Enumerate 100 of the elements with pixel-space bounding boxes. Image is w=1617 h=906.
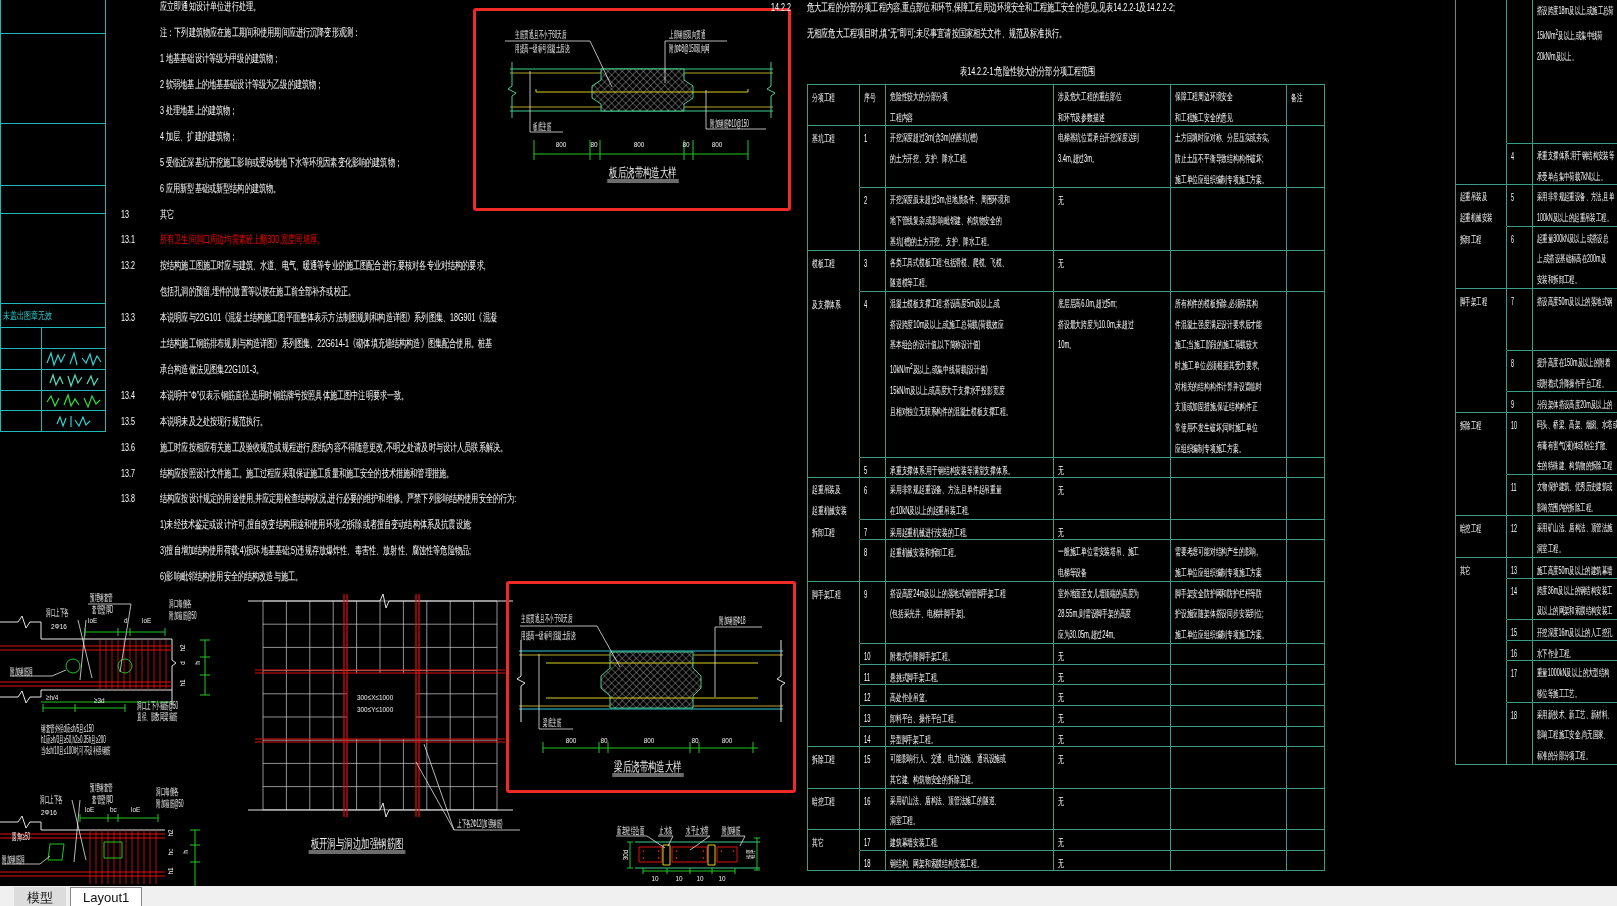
table-cell: 其它 bbox=[808, 830, 860, 851]
callout-label: 套管壁厚D bbox=[92, 604, 114, 615]
note-text: 5 受临近深基坑开挖施工影响或受场地地下水等环境因素变化影响的建筑物； bbox=[160, 154, 402, 170]
note-text: 本说明应与22G101《混凝土结构施工图平面整体表示方法制图规则和构造详图》系列图集、18G901《混凝 土结构施工钢筋排布规则与构造详图》系列图集、22G614-1《砌体填充墙结构构造》图集配合使用。桩基 承台构造做法见图集22G101-3。 bbox=[160, 310, 497, 377]
callout-label: 钢套管外径d应≤h/5且≤150 bbox=[41, 724, 94, 734]
table-cell: 搭设跨度18m及以上,或施工总荷 15kN/m$^{2}$及以上,或集中线荷 20kN/m及以上。 bbox=[1533, 0, 1617, 144]
table-cell: 底层层高6.0m,超过5m; 搭设最大跨度为10.0m,未超过 10m。 bbox=[1054, 291, 1171, 458]
layout-tab[interactable]: 模型 bbox=[14, 887, 66, 906]
note-text: 所有卫生间洞口周边均需素砼上翻300,宽度同墙厚。 bbox=[160, 232, 325, 248]
table-cell bbox=[1286, 126, 1326, 189]
section-text: 危大工程的分部分项工程内容,重点部位和环节,保障工程周边环境安全和工程施工安全的意见,见表14.2.2-1及14.2.2-2; 无相应危大工程项目时,填“无”即可;未尽事宜请按国家相关文件、规范及标准执行。 bbox=[807, 0, 1175, 42]
table-cell: 需要考虑可能对结构产生的影响, 施工单位应组织编制专项施工方案 bbox=[1171, 540, 1287, 582]
table-cell: 提升高度在150m及以上的附着 或附着式升降操作平台工程。 bbox=[1533, 350, 1617, 393]
table-cell: 9 bbox=[860, 581, 886, 644]
callout-label: 2Φ16 bbox=[51, 623, 67, 631]
callout-label: hc bbox=[167, 848, 175, 856]
column-header: 序号 bbox=[860, 85, 886, 127]
note-number: 13.8 bbox=[121, 491, 135, 507]
table-cell: 9 bbox=[1506, 392, 1533, 413]
table-cell: 无 bbox=[1054, 726, 1171, 748]
callout-label: 上部钢筋双向贯通 bbox=[669, 29, 705, 40]
signature-drawing bbox=[45, 352, 102, 366]
table-cell: 17 bbox=[1506, 661, 1533, 703]
callout-label: 300≤X≤1000 bbox=[357, 694, 394, 702]
table-cell: 暗挖工程 bbox=[808, 788, 860, 831]
table-cell bbox=[1286, 685, 1326, 706]
table-cell: 可能影响行人、交通、电力设施、通讯设施或 其它建、构筑物安全的拆除工程。 bbox=[885, 747, 1054, 789]
table-cell bbox=[1286, 250, 1326, 292]
table-cell: 拆除工程 bbox=[808, 747, 860, 789]
table-cell: 15 bbox=[1506, 619, 1533, 641]
table-cell: 4 bbox=[1506, 143, 1533, 186]
callout-label: h1应≥h/3且≥50,h2≥0.35h且≥200 bbox=[41, 735, 106, 745]
table-cell: 及支撑体系 bbox=[808, 291, 860, 458]
table-cell: 无 bbox=[1054, 188, 1171, 251]
table-cell: 起重机械安装和拆卸工程。 bbox=[885, 540, 1054, 582]
note-text: 按结构施工图施工时应与建筑、水道、电气、暖通等专业的施工图配合进行,要核对各专业对结构的要求, 包括孔洞的预留,埋件的放置等以便在施工前全部补齐或校正。 bbox=[160, 258, 486, 300]
table-cell bbox=[1286, 643, 1326, 665]
table-cell: 18 bbox=[860, 850, 886, 872]
note-text: 结构应按照设计文件施工。施工过程应采取保证施工质量和施工安全的技术措施和管理措施。 bbox=[160, 465, 454, 481]
table-cell bbox=[1286, 478, 1326, 520]
dimension-label: 80 bbox=[590, 141, 598, 149]
column-header: 危险性较大的分部分项 工程内容 bbox=[885, 85, 1054, 127]
table-cell: 无 bbox=[1054, 250, 1171, 292]
dimension-label: 10 bbox=[675, 875, 683, 883]
callout-label: d bbox=[179, 661, 187, 665]
table-cell bbox=[1286, 540, 1326, 582]
drawing-title: 梁后浇带构造大样 bbox=[612, 759, 684, 777]
callout-label: 附加钢筋Φ18 bbox=[719, 616, 746, 626]
table-cell: 暗挖工程 bbox=[1456, 516, 1507, 558]
note-number: 13 bbox=[121, 206, 129, 222]
table-cell: 采用新技术、新工艺、新材料、 影响工程施工安全,尚无国家、 标准的分部分项工程。 bbox=[1533, 702, 1617, 765]
callout-label: ≥h/4 bbox=[46, 694, 59, 702]
table-cell: 电梯基坑位置承台开挖深度达到 3.4m,超过3m。 bbox=[1054, 126, 1171, 189]
table-cell: 起重量300kN及以上,或搭设总 上,或搭设基础标高在200m及 安装和拆卸工程。 bbox=[1533, 226, 1617, 289]
note-text: 6 应用新型基础或新型结构的建筑物。 bbox=[160, 180, 281, 196]
table-cell: 悬挑式脚手架工程。 bbox=[885, 664, 1054, 686]
callout-label: 主筋贯通,且不小于60天后 bbox=[515, 29, 567, 40]
table-cell: 各类工具式模板工程:包括滑模、爬模、飞模、 隧道模等工程。 bbox=[885, 250, 1054, 292]
callout-label: 用提高一级标号混凝土后浇 bbox=[515, 43, 569, 54]
callout-label: 附加钢筋Φ10@150 bbox=[710, 119, 749, 129]
table-cell: 采用起重机械进行安装的工程。 bbox=[885, 519, 1054, 541]
note-text: 本说明中“Φ”仅表示钢筋直径,选用时钢筋牌号按照具体施工图中注明要求一致。 bbox=[160, 387, 409, 403]
callout-label: loE bbox=[85, 806, 95, 814]
table-cell: 开挖深度超过3m(含3m)的基坑(槽) 的土方开挖、支护、降水工程。 bbox=[885, 126, 1054, 189]
layout-tab[interactable]: Layout1 bbox=[70, 887, 143, 906]
table-cell: 5 bbox=[1506, 185, 1533, 227]
table-cell: 钢结构、网架和索膜结构安装工程。 bbox=[885, 850, 1054, 872]
table-cell: 15 bbox=[860, 747, 886, 789]
table-cell: 8 bbox=[1506, 350, 1533, 393]
dimension-label: 80 bbox=[691, 737, 699, 745]
table-cell: 开挖深度虽未超过3m,但地质条件、周围环境和 地下管线复杂,或影响毗邻建、构筑物安全的 基坑(槽)的土方开挖、支护、降水工程。 bbox=[885, 188, 1054, 251]
note-text: 4 加层、扩建的建筑物； bbox=[160, 128, 238, 144]
table-cell bbox=[1286, 705, 1326, 727]
signature-drawing bbox=[56, 414, 91, 428]
table-cell bbox=[1286, 519, 1326, 541]
dimension-label: 80 bbox=[600, 737, 608, 745]
table-title: 表14.2.2-1:危险性较大的分部分项工程范围 bbox=[960, 64, 1096, 79]
dimension-label: 800 bbox=[633, 141, 645, 149]
table-cell: 脚手架工程 bbox=[1456, 288, 1507, 351]
table-cell: 7 bbox=[1506, 288, 1533, 351]
stamp-notice: 未盖出图章无效 bbox=[3, 309, 52, 323]
callout-label: h1 bbox=[167, 867, 175, 875]
table-cell: 土方回填时应对称、分层压实或夯实, 防止土压不平衡导致结构构件破坏; 施工单位应组织编制专项施工方案。 bbox=[1171, 126, 1287, 189]
callout-label: 板底主筋 bbox=[533, 122, 551, 132]
callout-label: 附加钢筋洞 bbox=[10, 667, 33, 677]
table-cell: 6 bbox=[860, 478, 886, 520]
column-header: 保障工程周边环境安全 和工程施工安全的意见 bbox=[1171, 85, 1287, 127]
callout-label: loE bbox=[142, 617, 152, 625]
table-cell: 重量1000kN及以上的大型结构 移位等施工工艺。 bbox=[1533, 661, 1617, 703]
table-cell bbox=[1286, 830, 1326, 851]
table-cell: 2 bbox=[860, 188, 886, 251]
note-text: 应立即通知设计单位进行处理。 bbox=[160, 0, 261, 15]
table-cell: 一般施工单位需安装塔吊、施工 电梯等设备 bbox=[1054, 540, 1171, 582]
drawing-title: 板后浇带构造大样 bbox=[607, 165, 679, 183]
table-cell: 3 bbox=[860, 250, 886, 292]
callout-label: h2 bbox=[179, 644, 187, 652]
table-cell: 18 bbox=[1506, 702, 1533, 765]
note-number: 13.7 bbox=[121, 465, 135, 481]
drawing-title: 板开洞与洞边加强钢筋图 bbox=[308, 836, 406, 854]
table-cell bbox=[1286, 457, 1326, 479]
